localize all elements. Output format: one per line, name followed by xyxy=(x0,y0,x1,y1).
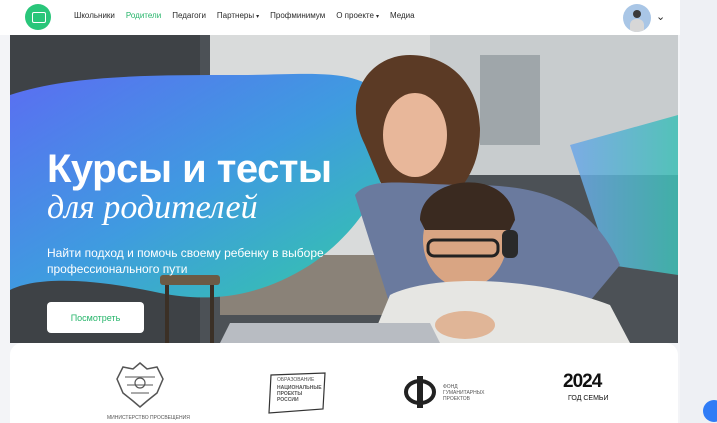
nav-item-parents[interactable]: Родители xyxy=(126,11,161,20)
fund-phi-icon xyxy=(404,376,436,408)
chevron-down-icon: ▾ xyxy=(256,14,260,20)
hero-title: Курсы и тесты xyxy=(47,147,332,191)
fund-logo[interactable]: ФОНД ГУМАНИТАРНЫХ ПРОЕКТОВ xyxy=(403,376,503,408)
user-avatar[interactable] xyxy=(623,4,651,32)
nav-item-partners-label: Партнеры xyxy=(216,11,255,20)
chevron-down-icon: ▾ xyxy=(375,14,379,20)
page-scroll-area xyxy=(680,0,717,423)
natproj-line3: РОССИИ xyxy=(277,397,299,403)
nav-item-about[interactable]: О проекте ▾ xyxy=(336,11,379,20)
site-logo[interactable] xyxy=(25,4,51,30)
nav-item-profminimum[interactable]: Профминимум xyxy=(270,11,325,20)
ministry-logo[interactable]: МИНИСТЕРСТВО ПРОСВЕЩЕНИЯ xyxy=(107,359,190,423)
page: Школьники Родители Педагоги Партнеры ▾ Пр… xyxy=(0,0,680,423)
partners-strip: МИНИСТЕРСТВО ПРОСВЕЩЕНИЯ ОБРАЗОВАНИЕ НАЦ… xyxy=(10,343,678,423)
main-nav: Школьники Родители Педагоги Партнеры ▾ Пр… xyxy=(74,11,415,20)
nav-item-partners[interactable]: Партнеры ▾ xyxy=(217,11,259,20)
ministry-caption: МИНИСТЕРСТВО ПРОСВЕЩЕНИЯ xyxy=(107,415,190,421)
hero-banner: Курсы и тесты для родителей Найти подход… xyxy=(10,35,678,343)
nav-item-students[interactable]: Школьники xyxy=(74,11,115,20)
year-number: 2024 xyxy=(563,371,602,392)
year-of-family-logo[interactable]: 2024 ГОД СЕМЬИ xyxy=(563,371,613,415)
hero-title-italic: для родителей xyxy=(47,189,258,226)
nav-item-teachers[interactable]: Педагоги xyxy=(172,11,206,20)
view-button[interactable]: Посмотреть xyxy=(47,302,144,333)
nav-item-media[interactable]: Медиа xyxy=(390,11,415,20)
emblem-icon xyxy=(116,362,164,408)
nav-item-about-label: О проекте xyxy=(336,11,374,20)
natproj-top-label: ОБРАЗОВАНИЕ xyxy=(277,377,315,383)
hero-subtitle: Найти подход и помочь своему ребенку в в… xyxy=(47,246,324,276)
national-projects-logo[interactable]: ОБРАЗОВАНИЕ НАЦИОНАЛЬНЫЕ ПРОЕКТЫ РОССИИ xyxy=(263,369,329,415)
chevron-down-icon[interactable]: ⌄ xyxy=(656,10,665,23)
year-caption: ГОД СЕМЬИ xyxy=(568,395,609,402)
fund-line3: ПРОЕКТОВ xyxy=(443,396,471,402)
site-header: Школьники Родители Педагоги Партнеры ▾ Пр… xyxy=(0,0,680,35)
